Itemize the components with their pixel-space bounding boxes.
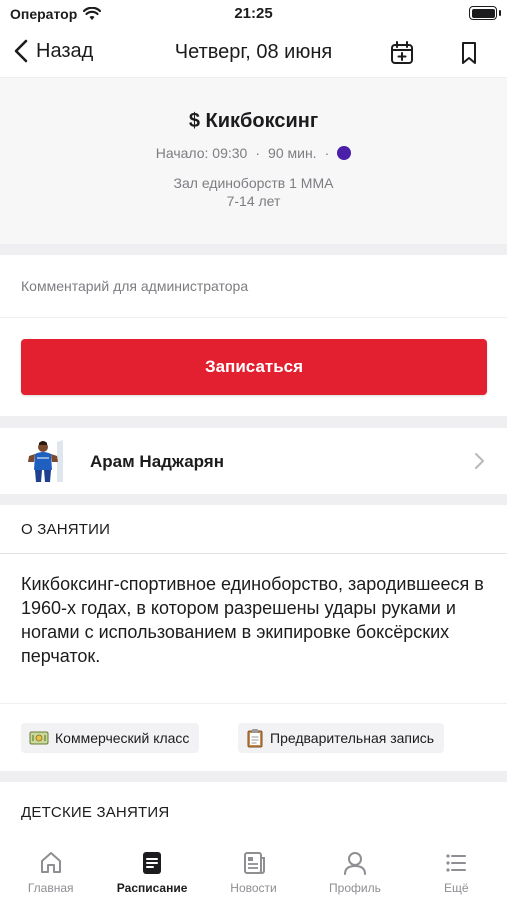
more-icon bbox=[446, 854, 467, 872]
divider bbox=[0, 703, 507, 704]
tab-label: Новости bbox=[230, 881, 277, 895]
clipboard-icon bbox=[247, 729, 263, 748]
status-bar: Оператор 21:25 bbox=[0, 0, 507, 30]
comment-input[interactable]: Комментарий для администратора bbox=[0, 255, 507, 318]
tab-home[interactable]: Главная bbox=[0, 843, 101, 900]
schedule-icon bbox=[143, 852, 162, 874]
tab-more[interactable]: Ещё bbox=[406, 843, 507, 900]
profile-icon bbox=[343, 852, 366, 875]
back-label: Назад bbox=[36, 39, 94, 62]
tab-schedule[interactable]: Расписание bbox=[101, 843, 202, 900]
comment-placeholder: Комментарий для администратора bbox=[21, 278, 249, 294]
tab-label: Профиль bbox=[329, 881, 381, 895]
about-section-title: О ЗАНЯТИИ bbox=[21, 521, 111, 538]
home-icon bbox=[40, 852, 61, 873]
battery-tip bbox=[499, 10, 501, 16]
tab-profile[interactable]: Профиль bbox=[304, 843, 405, 900]
bookmark-icon[interactable] bbox=[455, 39, 483, 67]
class-meta: Начало: 09:30 · 90 мин. · bbox=[0, 145, 507, 161]
add-to-calendar-icon[interactable] bbox=[388, 39, 416, 67]
class-age: 7-14 лет bbox=[226, 193, 281, 209]
divider bbox=[0, 553, 507, 554]
news-icon bbox=[243, 852, 265, 874]
tag-commercial-class: Коммерческий класс bbox=[21, 723, 200, 753]
class-hall: Зал единоборств 1 ММА bbox=[173, 175, 334, 191]
tag-label: Предварительная запись bbox=[270, 730, 435, 746]
tab-label: Расписание bbox=[116, 881, 188, 895]
meta-separator: · bbox=[324, 145, 330, 161]
class-duration: 90 мин. bbox=[268, 145, 317, 161]
tag-label: Коммерческий класс bbox=[55, 730, 190, 746]
section-divider bbox=[0, 494, 507, 505]
battery-icon bbox=[469, 6, 497, 20]
tab-news[interactable]: Новости bbox=[203, 843, 304, 900]
about-description: Кикбоксинг-спортивное единоборство, заро… bbox=[21, 574, 484, 666]
back-button[interactable]: Назад bbox=[12, 38, 93, 64]
trainer-avatar bbox=[21, 436, 71, 486]
class-title: $ Кикбоксинг bbox=[188, 110, 319, 132]
tag-pre-registration: Предварительная запись bbox=[238, 723, 445, 753]
tab-bar: Главная Расписание Новости Профиль Ещё bbox=[0, 843, 507, 900]
navigation-bar: Назад Четверг, 08 июня bbox=[0, 30, 507, 78]
class-start-time: Начало: 09:30 bbox=[155, 145, 248, 161]
enroll-button[interactable]: Записаться bbox=[21, 339, 487, 395]
status-time: 21:25 bbox=[234, 5, 273, 22]
kids-section-title: ДЕТСКИЕ ЗАНЯТИЯ bbox=[21, 804, 170, 821]
section-divider bbox=[0, 244, 507, 255]
section-divider bbox=[0, 416, 507, 428]
trainer-name: Арам Наджарян bbox=[90, 452, 224, 471]
money-icon bbox=[29, 731, 49, 745]
chevron-right-icon bbox=[475, 453, 484, 469]
meta-separator: · bbox=[255, 145, 261, 161]
trainer-row[interactable]: Арам Наджарян bbox=[0, 428, 507, 494]
tab-label: Главная bbox=[27, 881, 74, 895]
tab-label: Ещё bbox=[444, 881, 469, 895]
section-divider bbox=[0, 771, 507, 782]
chevron-left-icon bbox=[14, 39, 28, 63]
class-info-card: $ Кикбоксинг Начало: 09:30 · 90 мин. · З… bbox=[0, 78, 507, 244]
class-color-dot bbox=[337, 146, 352, 160]
